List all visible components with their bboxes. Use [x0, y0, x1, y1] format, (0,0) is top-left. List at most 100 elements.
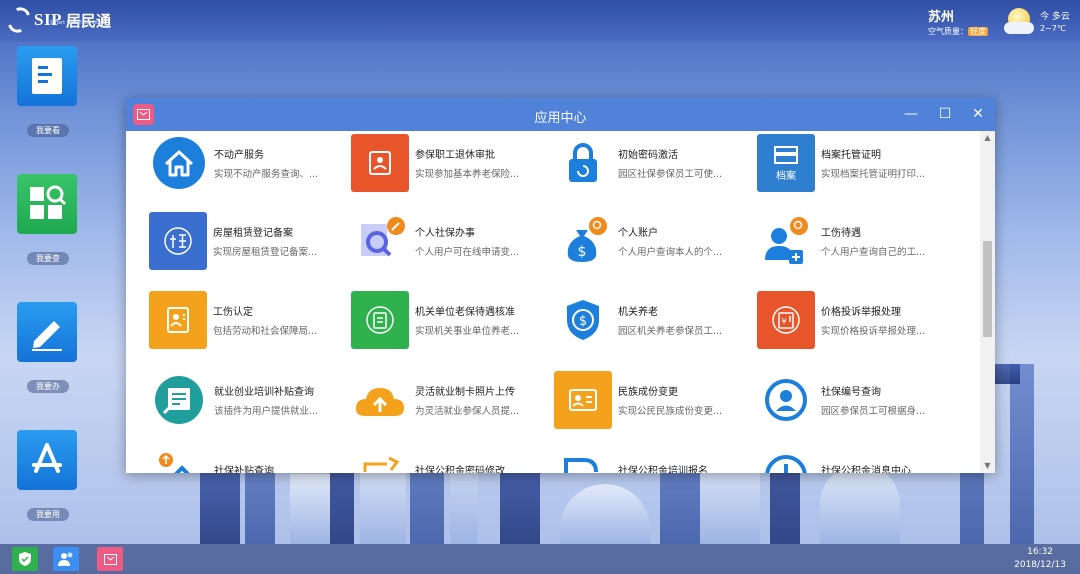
app-name: 社保编号查询: [821, 387, 881, 398]
app-description: 实现机关事业单位养老...: [415, 326, 520, 337]
maximize-button[interactable]: ☐: [934, 104, 956, 124]
app-store-icon: [17, 430, 77, 490]
money-bag-icon: $: [554, 212, 612, 270]
vertical-scrollbar[interactable]: ▲ ▼: [980, 131, 995, 473]
app-name: 机关单位老保待遇核准: [415, 307, 515, 318]
app-description: 实现价格投诉举报处理...: [821, 326, 926, 337]
app-item-injury-recognition[interactable]: 工伤认定 包括劳动和社会保障局...: [149, 291, 349, 351]
app-item-subsidy-query[interactable]: 社保补贴查询: [150, 450, 350, 473]
app-description: 实现房屋租赁登记备案...: [213, 247, 318, 258]
app-name: 就业创业培训补贴查询: [214, 387, 314, 398]
app-description: 实现参加基本养老保险...: [415, 169, 520, 180]
app-item-photo-upload[interactable]: 灵活就业制卡照片上传 为灵活就业参保人员提...: [351, 371, 551, 431]
app-center-window: 应用中心 — ☐ ✕ 不动产服务 实现不动产服务查询、... 参保职工退休审批 …: [126, 98, 995, 473]
app-description: 园区社保参保员工可使...: [618, 169, 723, 180]
app-item-training-subsidy[interactable]: 就业创业培训补贴查询 该插件为用户提供就业...: [150, 371, 350, 431]
minimize-button[interactable]: —: [900, 104, 922, 124]
close-button[interactable]: ✕: [967, 104, 989, 124]
certificate-icon: [150, 371, 208, 429]
svg-text:$: $: [578, 244, 587, 260]
city-name: 苏州: [928, 10, 955, 25]
desktop-item-label: 我要查: [27, 252, 69, 265]
app-item-real-estate[interactable]: 不动产服务 实现不动产服务查询、...: [150, 134, 350, 194]
app-name: 个人账户: [618, 228, 658, 239]
app-name: 社保公积金密码修改: [415, 466, 505, 473]
app-item-ethnicity-change[interactable]: 民族成份变更 实现公民民族成份变更...: [554, 371, 754, 431]
app-item-password-change[interactable]: 社保公积金密码修改: [351, 450, 551, 473]
app-name: 个人社保办事: [415, 228, 475, 239]
window-titlebar[interactable]: 应用中心 — ☐ ✕: [126, 98, 995, 131]
app-item-injury-benefits[interactable]: 工伤待遇 个人用户查询自己的工...: [757, 212, 957, 272]
id-card-icon: [351, 134, 409, 192]
desktop-item-label: 我要办: [27, 380, 69, 393]
app-name: 工伤认定: [213, 307, 253, 318]
clipboard-icon: [351, 291, 409, 349]
app-item-agency-pension-approval[interactable]: 机关单位老保待遇核准 实现机关事业单位养老...: [351, 291, 551, 351]
app-description: 实现公民民族成份变更...: [618, 406, 723, 417]
taskbar-users-icon[interactable]: [53, 547, 79, 571]
svg-text:¥: ¥: [781, 317, 786, 326]
cloud-upload-icon: [351, 371, 409, 429]
upload-icon: [150, 450, 208, 473]
id-card-icon: [554, 371, 612, 429]
app-item-price-complaint[interactable]: ¥ 价格投诉举报处理 实现价格投诉举报处理...: [757, 291, 957, 351]
app-name: 工伤待遇: [821, 228, 861, 239]
taskbar-app-center-icon[interactable]: [97, 547, 123, 571]
app-description: 园区参保员工可根据身...: [821, 406, 926, 417]
taskbar-shield-icon[interactable]: [12, 547, 38, 571]
app-item-archive-certificate[interactable]: 档案 档案托管证明 实现档案托管证明打印...: [757, 134, 957, 194]
weather-cloudy-icon: [1004, 6, 1034, 36]
weather-temperature: 2~7℃: [1040, 24, 1066, 33]
taskbar-clock[interactable]: 16:32 2018/12/13: [1014, 546, 1066, 572]
app-name: 价格投诉举报处理: [821, 307, 901, 318]
app-description: 实现档案托管证明打印...: [821, 169, 926, 180]
app-description: 包括劳动和社会保障局...: [213, 326, 318, 337]
app-grid: 不动产服务 实现不动产服务查询、... 参保职工退休审批 实现参加基本养老保险.…: [126, 131, 980, 473]
scroll-up-arrow-icon[interactable]: ▲: [980, 131, 995, 145]
shield-dollar-icon: $: [554, 291, 612, 349]
app-item-message-center[interactable]: 社保公积金消息中心: [757, 450, 957, 473]
clock-time: 16:32: [1027, 547, 1054, 557]
user-circle-icon: [757, 371, 815, 429]
desktop-item-use[interactable]: 我要用: [17, 430, 79, 521]
scroll-down-arrow-icon[interactable]: ▼: [980, 459, 995, 473]
user-plus-icon: [757, 212, 815, 270]
price-doc-icon: ¥: [757, 291, 815, 349]
desktop-item-search[interactable]: 我要查: [17, 174, 79, 265]
app-item-personal-account[interactable]: $ 个人账户 个人用户查询本人的个...: [554, 212, 754, 272]
search-doc-icon: [351, 212, 409, 270]
app-description: 园区机关养老参保员工...: [618, 326, 723, 337]
app-name: 房屋租赁登记备案: [213, 228, 293, 239]
desktop-item-view[interactable]: 我要看: [17, 46, 79, 137]
archive-icon: 档案: [757, 134, 815, 192]
app-item-training-registration[interactable]: 社保公积金培训报名: [554, 450, 754, 473]
app-description: 实现不动产服务查询、...: [214, 169, 319, 180]
app-item-agency-pension[interactable]: $ 机关养老 园区机关养老参保员工...: [554, 291, 754, 351]
app-item-personal-social-security[interactable]: 个人社保办事 个人用户可在线申请变...: [351, 212, 551, 272]
rent-icon: [149, 212, 207, 270]
taskbar: 16:32 2018/12/13: [0, 544, 1080, 574]
app-item-retirement-approval[interactable]: 参保职工退休审批 实现参加基本养老保险...: [351, 134, 551, 194]
desktop-item-handle[interactable]: 我要办: [17, 302, 79, 393]
app-name: 初始密码激活: [618, 150, 678, 161]
scrollbar-thumb[interactable]: [983, 241, 992, 337]
app-item-social-security-number[interactable]: 社保编号查询 园区参保员工可根据身...: [757, 371, 957, 431]
pencil-icon: [17, 302, 77, 362]
top-bar: SIP 居民通 Smart Urban Services 苏州 空气质量： 轻度 …: [0, 0, 1080, 42]
app-name: 社保公积金消息中心: [821, 466, 911, 473]
app-name: 民族成份变更: [618, 387, 678, 398]
app-item-password-activation[interactable]: 初始密码激活 园区社保参保员工可使...: [554, 134, 754, 194]
weather-condition: 今 多云: [1040, 12, 1070, 22]
desktop-item-label: 我要看: [27, 124, 69, 137]
app-description: 个人用户可在线申请变...: [415, 247, 520, 258]
window-title: 应用中心: [534, 111, 587, 126]
app-description: 个人用户查询自己的工...: [821, 247, 926, 258]
app-name: 不动产服务: [214, 150, 264, 161]
app-item-rental-registration[interactable]: 房屋租赁登记备案 实现房屋租赁登记备案...: [149, 212, 349, 272]
grid-search-icon: [17, 174, 77, 234]
air-quality-badge: 轻度: [968, 27, 988, 36]
house-icon: [150, 134, 208, 192]
air-quality: 空气质量： 轻度: [928, 26, 988, 37]
doc-icon: [554, 450, 612, 473]
doc-person-icon: [149, 291, 207, 349]
